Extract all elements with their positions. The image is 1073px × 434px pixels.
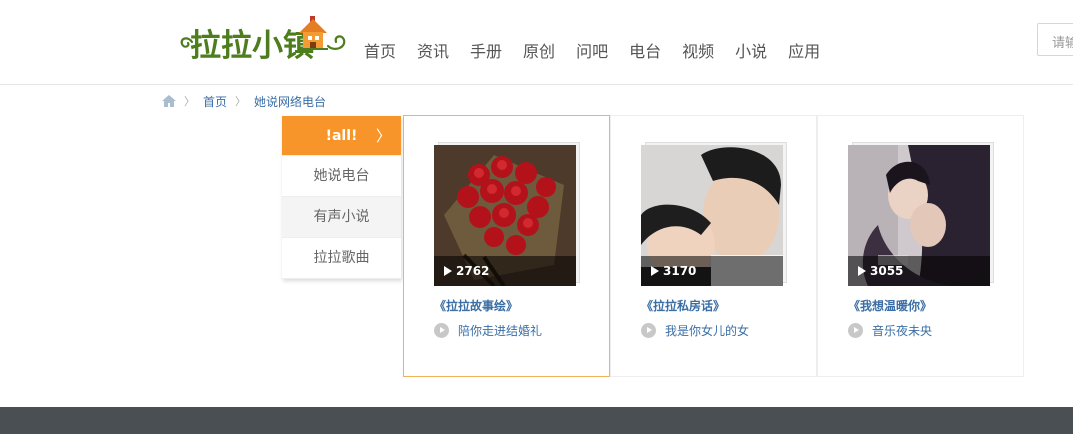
category-item-label: !all! <box>325 128 358 144</box>
breadcrumb-separator-icon: 〉 <box>184 95 195 108</box>
category-item-label: 有声小说 <box>313 209 370 225</box>
episode-title: 陪你走进结婚礼 <box>458 324 543 338</box>
category-menu: !all! 〉 她说电台 有声小说 拉拉歌曲 <box>282 116 401 279</box>
program-card[interactable]: 2762 《拉拉故事绘》 陪你走进结婚礼 <box>403 115 610 377</box>
logo-tail-swirl-icon <box>326 35 346 50</box>
program-cover[interactable]: 3170 <box>641 142 787 286</box>
play-icon <box>651 266 659 276</box>
category-item-shesays-radio[interactable]: 她说电台 <box>282 156 401 197</box>
program-card[interactable]: 3055 《我想温暖你》 音乐夜未央 <box>817 115 1024 377</box>
search-input[interactable]: 请输 <box>1037 23 1073 56</box>
program-grid: 2762 《拉拉故事绘》 陪你走进结婚礼 3170 《拉拉私房话》 我是你女儿的… <box>403 115 1024 377</box>
play-circle-icon[interactable] <box>848 323 863 338</box>
breadcrumb-current[interactable]: 她说网络电台 <box>254 93 326 110</box>
nav-item-video[interactable]: 视频 <box>682 38 714 62</box>
program-title[interactable]: 《我想温暖你》 <box>848 297 932 314</box>
site-header: 拉拉小镇 首页 资讯 手册 原创 问吧 电台 视频 小说 应用 请输 <box>0 0 1073 85</box>
program-cover[interactable]: 2762 <box>434 142 580 286</box>
episode-title: 我是你女儿的女 <box>665 324 750 338</box>
chevron-right-icon: 〉 <box>375 127 391 145</box>
play-count: 3170 <box>651 264 696 278</box>
footer-bar <box>0 407 1073 434</box>
play-count-value: 3170 <box>663 264 697 278</box>
logo-house-icon <box>298 16 328 50</box>
play-icon <box>858 266 866 276</box>
episode-link[interactable]: 音乐夜未央 <box>848 322 932 339</box>
episode-link[interactable]: 陪你走进结婚礼 <box>434 322 542 339</box>
home-icon[interactable] <box>162 95 176 107</box>
category-item-label: 她说电台 <box>313 168 370 184</box>
breadcrumb-home-link[interactable]: 首页 <box>203 93 227 110</box>
nav-item-apps[interactable]: 应用 <box>788 38 820 62</box>
category-item-lala-songs[interactable]: 拉拉歌曲 <box>282 238 401 279</box>
breadcrumb: 〉 首页 〉 她说网络电台 <box>162 93 326 109</box>
nav-item-handbook[interactable]: 手册 <box>470 38 502 62</box>
main-nav: 首页 资讯 手册 原创 问吧 电台 视频 小说 应用 <box>364 38 841 62</box>
play-count-overlay: 2762 <box>434 256 576 286</box>
program-title[interactable]: 《拉拉故事绘》 <box>434 297 518 314</box>
program-title[interactable]: 《拉拉私房话》 <box>641 297 725 314</box>
play-circle-icon[interactable] <box>434 323 449 338</box>
breadcrumb-separator-icon: 〉 <box>235 95 247 108</box>
nav-item-ask[interactable]: 问吧 <box>576 38 608 62</box>
nav-item-novel[interactable]: 小说 <box>735 38 767 62</box>
category-item-label: 拉拉歌曲 <box>313 250 370 266</box>
category-item-audio-novel[interactable]: 有声小说 <box>282 197 401 238</box>
nav-item-home[interactable]: 首页 <box>364 38 396 62</box>
play-count-overlay: 3055 <box>848 256 990 286</box>
program-cover[interactable]: 3055 <box>848 142 994 286</box>
nav-item-radio[interactable]: 电台 <box>629 38 661 62</box>
play-count-value: 2762 <box>456 264 490 278</box>
episode-link[interactable]: 我是你女儿的女 <box>641 322 749 339</box>
play-icon <box>444 266 452 276</box>
program-card[interactable]: 3170 《拉拉私房话》 我是你女儿的女 <box>610 115 817 377</box>
nav-item-original[interactable]: 原创 <box>523 38 555 62</box>
play-count: 3055 <box>858 264 903 278</box>
episode-title: 音乐夜未央 <box>872 324 933 338</box>
nav-item-news[interactable]: 资讯 <box>417 38 449 62</box>
play-count-value: 3055 <box>870 264 904 278</box>
play-count: 2762 <box>444 264 489 278</box>
play-count-overlay: 3170 <box>641 256 783 286</box>
category-item-all[interactable]: !all! 〉 <box>282 116 401 156</box>
site-logo[interactable]: 拉拉小镇 <box>178 14 346 64</box>
play-circle-icon[interactable] <box>641 323 656 338</box>
